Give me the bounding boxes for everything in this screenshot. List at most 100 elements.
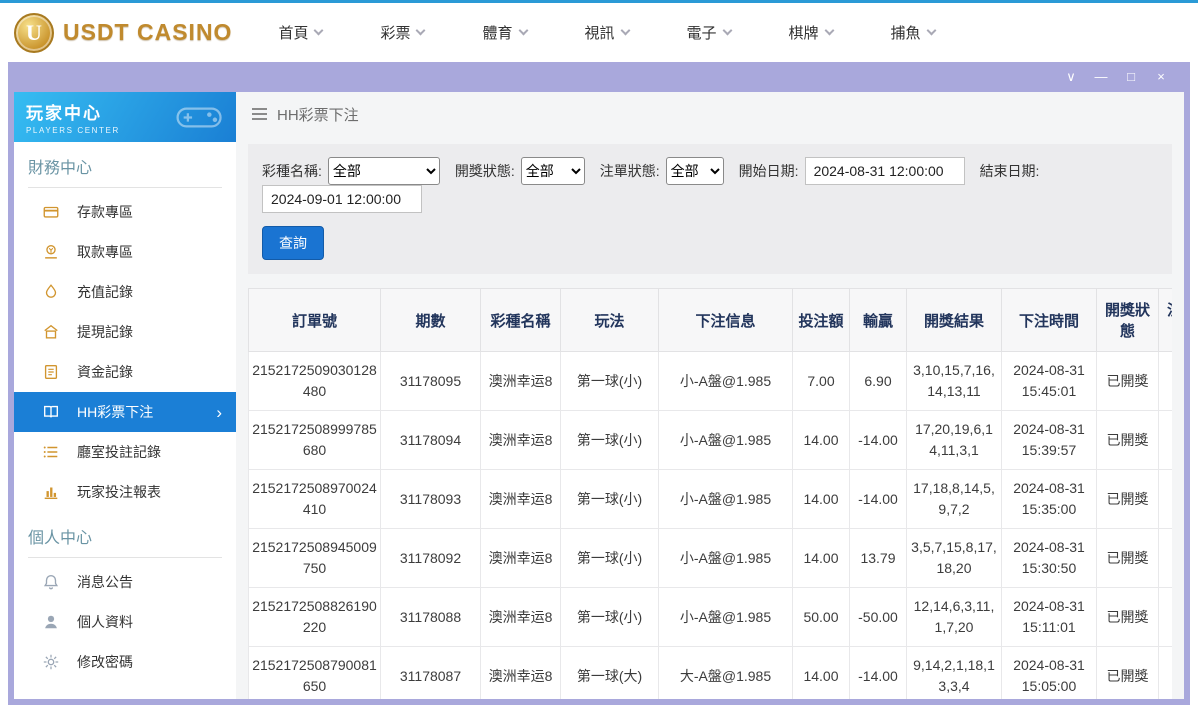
sidebar-item-label: 廳室投註記錄	[77, 444, 161, 460]
sidebar-section-label: 財務中心	[28, 160, 93, 177]
start-date-input[interactable]	[804, 157, 965, 185]
cell-play-type: 第一球(小)	[560, 351, 659, 411]
window-collapse-button[interactable]: ∨	[1056, 62, 1086, 92]
table-row: 2152172508999785680 31178094 澳洲幸运8 第一球(小) 小-…	[248, 410, 1172, 470]
column-header-bet-status: 注單狀態	[1158, 288, 1172, 352]
cell-bet-time: 2024-08-31 15:05:00	[1001, 646, 1097, 699]
logo[interactable]: U USDT CASINO	[14, 12, 233, 53]
sidebar-item-label: 提現記錄	[77, 324, 133, 340]
chevron-down-icon	[314, 25, 324, 36]
cell-order-no: 2152172509030128480	[248, 351, 381, 411]
cell-bet-info: 小-A盤@1.985	[658, 410, 793, 470]
cell-bet-info: 小-A盤@1.985	[658, 587, 793, 647]
chevron-right-icon: ›	[216, 402, 222, 422]
window-body: 玩家中心 PLAYERS CENTER 財務中心 存款專區 取款專區 充值記錄 提現記錄…	[14, 92, 1184, 699]
nav-item[interactable]: 首頁	[278, 22, 324, 43]
window-titlebar: ∨ — □ ×	[14, 62, 1184, 92]
cell-lottery-name: 澳洲幸运8	[480, 528, 561, 588]
cell-draw-status: 已開獎	[1096, 587, 1159, 647]
page-header: HH彩票下注	[236, 92, 1184, 136]
sidebar-item-hh-lottery-bets[interactable]: HH彩票下注 ›	[14, 392, 236, 432]
cell-bet-status: 有效	[1158, 646, 1172, 699]
cell-bet-amount: 50.00	[792, 587, 850, 647]
cell-bet-status: 有效	[1158, 587, 1172, 647]
sidebar-section-label: 個人中心	[28, 530, 93, 547]
cell-order-no: 2152172508999785680	[248, 410, 381, 470]
cell-draw-result: 3,5,7,15,8,17,18,20	[906, 528, 1002, 588]
cell-period: 31178095	[380, 351, 481, 411]
profile-icon	[42, 613, 60, 631]
sidebar-item-player-bet-report[interactable]: 玩家投注報表	[14, 472, 236, 512]
sidebar-section-header: 財務中心	[28, 154, 222, 188]
nav-item[interactable]: 棋牌	[788, 22, 834, 43]
window-maximize-button[interactable]: □	[1116, 62, 1146, 92]
column-header-lottery-name: 彩種名稱	[480, 288, 561, 352]
sidebar-item-room-bet-record[interactable]: 廳室投註記錄	[14, 432, 236, 472]
sidebar-section-label: 代理中心	[28, 694, 222, 699]
sidebar-item-deposit[interactable]: 存款專區	[14, 192, 236, 232]
menu-toggle-icon[interactable]	[252, 108, 267, 120]
sidebar-section-header: 個人中心	[28, 524, 222, 558]
top-nav: 首頁 彩票 體育 視訊 電子 棋牌 捕魚	[278, 22, 937, 43]
nav-item-label: 棋牌	[788, 25, 819, 42]
nav-item-label: 電子	[686, 25, 717, 42]
column-header-draw-status: 開獎狀態	[1096, 288, 1159, 352]
lottery-select[interactable]: 全部	[327, 157, 440, 185]
sidebar-item-change-password[interactable]: 修改密碼	[14, 642, 236, 682]
filter-label: 彩種名稱:	[262, 163, 322, 179]
funds-record-icon	[42, 363, 60, 381]
logo-text: USDT CASINO	[63, 19, 233, 45]
sidebar-item-recharge-record[interactable]: 充值記錄	[14, 272, 236, 312]
table-header-row: 訂單號期數彩種名稱玩法下注信息投注額輸贏開獎結果下注時間開獎狀態注單狀態	[248, 288, 1172, 352]
cell-lottery-name: 澳洲幸运8	[480, 351, 561, 411]
cell-bet-info: 大-A盤@1.985	[658, 646, 793, 699]
nav-item[interactable]: 彩票	[380, 22, 426, 43]
sidebar-item-withdrawal-record[interactable]: 提現記錄	[14, 312, 236, 352]
cell-win-loss: -14.00	[849, 646, 907, 699]
window-close-button[interactable]: ×	[1146, 62, 1176, 92]
sidebar-item-announcements[interactable]: 消息公告	[14, 562, 236, 602]
sidebar-item-label: 消息公告	[77, 574, 133, 590]
column-header-order-no: 訂單號	[248, 288, 381, 352]
top-bar: U USDT CASINO 首頁 彩票 體育 視訊 電子 棋牌 捕魚	[0, 3, 1198, 62]
table-row: 2152172509030128480 31178095 澳洲幸运8 第一球(小) 小-…	[248, 351, 1172, 411]
column-header-bet-amount: 投注額	[792, 288, 850, 352]
filter-label: 開獎狀態:	[454, 163, 515, 179]
table-body: 2152172509030128480 31178095 澳洲幸运8 第一球(小) 小-…	[248, 351, 1172, 699]
window-minimize-button[interactable]: —	[1086, 62, 1116, 92]
sidebar-item-label: 玩家投注報表	[77, 484, 161, 500]
bet-status-select[interactable]: 全部	[665, 157, 724, 185]
player-report-icon	[42, 483, 60, 501]
sidebar-item-funds-record[interactable]: 資金記錄	[14, 352, 236, 392]
nav-item[interactable]: 捕魚	[891, 22, 937, 43]
nav-item[interactable]: 電子	[686, 22, 732, 43]
sidebar-item-label: 取款專區	[77, 244, 133, 260]
sidebar-item-label: 修改密碼	[77, 654, 133, 670]
cell-play-type: 第一球(大)	[560, 646, 659, 699]
draw-status-select[interactable]: 全部	[520, 157, 585, 185]
sidebar-section-header: 代理中心	[28, 694, 222, 699]
table-row: 2152172508970024410 31178093 澳洲幸运8 第一球(小) 小-…	[248, 469, 1172, 529]
column-header-win-loss: 輸贏	[849, 288, 907, 352]
search-button[interactable]: 查詢	[262, 226, 324, 260]
nav-item-label: 首頁	[278, 25, 309, 42]
sidebar-item-withdraw[interactable]: 取款專區	[14, 232, 236, 272]
withdrawal-record-icon	[42, 323, 60, 341]
cell-draw-result: 3,10,15,7,16,14,13,11	[906, 351, 1002, 411]
table-row: 2152172508945009750 31178092 澳洲幸运8 第一球(小) 小-…	[248, 528, 1172, 588]
nav-item[interactable]: 視訊	[585, 22, 630, 43]
lottery-bet-icon	[42, 403, 60, 421]
cell-win-loss: -14.00	[849, 469, 907, 529]
column-header-period: 期數	[380, 288, 481, 352]
cell-draw-status: 已開獎	[1096, 410, 1159, 470]
nav-item[interactable]: 體育	[482, 22, 528, 43]
sidebar-item-profile[interactable]: 個人資料	[14, 602, 236, 642]
column-header-bet-info: 下注信息	[658, 288, 793, 352]
cell-draw-result: 12,14,6,3,11,1,7,20	[906, 587, 1002, 647]
sidebar-item-label: 存款專區	[77, 204, 133, 220]
end-date-input[interactable]	[262, 185, 422, 213]
cell-order-no: 2152172508826190220	[248, 587, 381, 647]
cell-draw-status: 已開獎	[1096, 646, 1159, 699]
logo-icon: U	[14, 12, 54, 53]
cell-draw-status: 已開獎	[1096, 351, 1159, 411]
